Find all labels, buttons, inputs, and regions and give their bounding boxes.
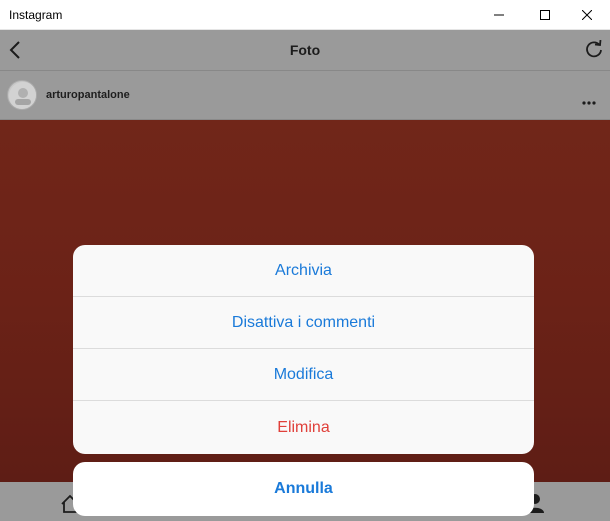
maximize-icon [540,10,550,20]
maximize-button[interactable] [522,0,568,30]
minimize-icon [494,14,504,16]
more-horizontal-icon [582,101,596,105]
window-titlebar: Instagram [0,0,610,30]
avatar[interactable] [7,80,37,110]
minimize-button[interactable] [476,0,522,30]
page-title: Foto [289,42,321,58]
archive-option[interactable]: Archivia [73,245,534,297]
disable-comments-option[interactable]: Disattiva i commenti [73,297,534,349]
avatar-image [9,82,36,109]
delete-option[interactable]: Elimina [73,401,534,454]
refresh-icon [586,39,602,58]
window-title: Instagram [9,8,63,22]
more-options-button[interactable] [582,92,596,110]
close-icon [582,10,592,20]
cancel-button[interactable]: Annulla [73,462,534,516]
edit-option[interactable]: Modifica [73,349,534,401]
action-sheet: Archivia Disattiva i commenti Modifica E… [73,245,534,454]
app-header: Foto [0,30,610,71]
refresh-button[interactable] [584,39,604,65]
post-header: arturopantalone [0,71,610,120]
username[interactable]: arturopantalone [46,89,130,101]
close-button[interactable] [564,0,610,30]
